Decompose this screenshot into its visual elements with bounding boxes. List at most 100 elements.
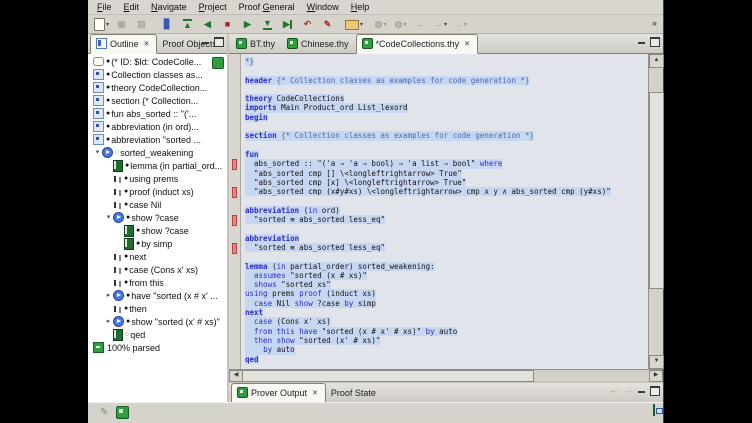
outline-item-lemma-in-partial-ord[interactable]: ●lemma (in partial_ord...: [88, 159, 227, 172]
prover-status-icon[interactable]: [653, 404, 655, 416]
outline-item-abbreviation-in-ord[interactable]: ●abbreviation (in ord)...: [88, 120, 227, 133]
outline-item-using-prems[interactable]: ●using prems: [88, 172, 227, 185]
back-button[interactable]: ←: [411, 15, 430, 33]
editor-code[interactable]: *} header {* Collection classes as exampl…: [241, 54, 648, 369]
toolbar-overflow-chevron[interactable]: »: [652, 18, 657, 28]
scroll-left-arrow[interactable]: ◀: [229, 370, 243, 382]
outline-item-case-cons-x-xs[interactable]: ●case (Cons x' xs): [88, 263, 227, 276]
code-line[interactable]: [245, 252, 648, 261]
close-icon[interactable]: ✕: [312, 389, 318, 397]
code-line[interactable]: "abs_sorted cmp (x#y#xs) \<longleftright…: [245, 187, 648, 196]
plugin-status-icon[interactable]: [116, 406, 129, 419]
menu-file[interactable]: File: [91, 1, 118, 13]
activate-scripting-button[interactable]: ▊: [158, 15, 177, 33]
editor-tab-bt-thy[interactable]: BT.thy: [231, 35, 282, 53]
outline-tree[interactable]: ●(* ID: $Id: CodeColle...●Collection cla…: [88, 54, 227, 402]
maximize-button[interactable]: [650, 386, 660, 396]
tree-expander-icon[interactable]: ▸: [104, 315, 113, 328]
outline-item-case-nil[interactable]: ●case Nil: [88, 198, 227, 211]
code-line[interactable]: fun: [245, 150, 648, 159]
outline-item-qed[interactable]: ○qed: [88, 328, 227, 341]
tree-expander-icon[interactable]: ▸: [104, 289, 113, 302]
code-line[interactable]: lemma (in partial_order) sorted_weakenin…: [245, 262, 648, 271]
outline-item-proof-induct-xs[interactable]: ●proof (induct xs): [88, 185, 227, 198]
outline-item-fun-abs-sorted[interactable]: ●fun abs_sorted :: "('...: [88, 107, 227, 120]
close-icon[interactable]: ✕: [144, 40, 150, 48]
undo-step-button[interactable]: ◀: [198, 15, 217, 33]
vertical-scrollbar[interactable]: ▲ ▼: [648, 54, 663, 369]
forward-icon[interactable]: →: [623, 386, 633, 396]
code-line[interactable]: abbreviation (in ord): [245, 206, 648, 215]
back-history-button[interactable]: ←▾: [431, 15, 450, 33]
link-with-editor-icon[interactable]: [212, 57, 224, 69]
goto-cursor-button[interactable]: ▶: [278, 15, 297, 33]
pen-button[interactable]: ✎: [318, 15, 337, 33]
outline-item-id-id-codecolle[interactable]: ●(* ID: $Id: CodeColle...: [88, 55, 227, 68]
tab-outline[interactable]: Outline✕: [90, 34, 157, 54]
code-line[interactable]: assumes "sorted (x # xs)": [245, 271, 648, 280]
forward-button[interactable]: →▾: [451, 15, 470, 33]
horizontal-scroll-thumb[interactable]: [242, 370, 534, 382]
vertical-scroll-thumb[interactable]: [649, 92, 664, 289]
outline-item-from-this[interactable]: ●from this: [88, 276, 227, 289]
tree-expander-icon[interactable]: ▾: [93, 146, 102, 159]
restart-button[interactable]: ↶: [298, 15, 317, 33]
menu-navigate[interactable]: Navigate: [145, 1, 193, 13]
code-line[interactable]: begin: [245, 113, 648, 122]
scroll-right-arrow[interactable]: ▶: [649, 370, 663, 382]
code-line[interactable]: from this have "sorted (x # x' # xs)" by…: [245, 327, 648, 336]
maximize-button[interactable]: [214, 37, 224, 47]
menu-edit[interactable]: Edit: [118, 1, 146, 13]
tab-prover-output[interactable]: Prover Output✕: [231, 383, 326, 403]
code-line[interactable]: case (Cons x' xs): [245, 317, 648, 326]
code-line[interactable]: shows "sorted xs": [245, 280, 648, 289]
code-line[interactable]: "abs_sorted cmp [x] \<longleftrightarrow…: [245, 178, 648, 187]
tab-proof-state[interactable]: Proof State: [326, 384, 383, 402]
code-line[interactable]: *}: [245, 57, 648, 66]
tree-expander-icon[interactable]: ▾: [104, 211, 113, 224]
code-line[interactable]: [245, 122, 648, 131]
code-line[interactable]: then show "sorted (x' # xs)": [245, 336, 648, 345]
outline-item-have-sorted-x-x[interactable]: ▸●have "sorted (x # x' ...: [88, 289, 227, 302]
outline-item-show-case[interactable]: ▾●show ?case: [88, 211, 227, 224]
minimize-button[interactable]: [637, 387, 646, 395]
code-line[interactable]: next: [245, 308, 648, 317]
interrupt-button[interactable]: ■: [218, 15, 237, 33]
code-line[interactable]: [245, 141, 648, 150]
save-button[interactable]: ▣: [112, 15, 131, 33]
menu-window[interactable]: Window: [301, 1, 345, 13]
code-line[interactable]: theory CodeCollections: [245, 94, 648, 103]
outline-item-100-parsed[interactable]: 100% parsed: [88, 341, 227, 354]
outline-item-collection-classes-as[interactable]: ●Collection classes as...: [88, 68, 227, 81]
horizontal-scrollbar[interactable]: ◀ ▶: [229, 369, 663, 381]
editor-tab-chinese-thy[interactable]: Chinese.thy: [282, 35, 356, 53]
code-line[interactable]: section {* Collection classes as example…: [245, 131, 648, 140]
outline-item-next[interactable]: ●next: [88, 250, 227, 263]
maximize-button[interactable]: [650, 37, 660, 47]
outline-item-then[interactable]: ●then: [88, 302, 227, 315]
outline-item-by-simp[interactable]: ●by simp: [88, 237, 227, 250]
code-line[interactable]: by auto: [245, 345, 648, 354]
outline-item-section-collection[interactable]: ●section {* Collection...: [88, 94, 227, 107]
new-button[interactable]: ▾: [92, 15, 111, 33]
edit-mode-icon[interactable]: ✎: [100, 407, 108, 418]
menu-help[interactable]: Help: [345, 1, 376, 13]
scroll-down-arrow[interactable]: ▼: [649, 355, 664, 369]
code-line[interactable]: [245, 196, 648, 205]
code-line[interactable]: qed: [245, 355, 648, 364]
code-line[interactable]: header {* Collection classes as examples…: [245, 76, 648, 85]
outline-item-theory-codecollection[interactable]: ●theory CodeCollection...: [88, 81, 227, 94]
code-line[interactable]: [245, 66, 648, 75]
back-icon[interactable]: ←: [609, 386, 619, 396]
editor-tab-codecollections-thy[interactable]: *CodeCollections.thy✕: [356, 34, 478, 54]
code-line[interactable]: case Nil show ?case by simp: [245, 299, 648, 308]
close-icon[interactable]: ✕: [464, 40, 470, 48]
code-line[interactable]: "sorted ≡ abs_sorted less_eq": [245, 215, 648, 224]
outline-item-sorted-weakening[interactable]: ▾○sorted_weakening: [88, 146, 227, 159]
outline-item-abbreviation-sorted[interactable]: ●abbreviation "sorted ...: [88, 133, 227, 146]
open-folder-button[interactable]: ▾: [344, 15, 364, 33]
code-line[interactable]: imports Main Product_ord List_lexord: [245, 103, 648, 112]
goto-end-button[interactable]: ▼: [258, 15, 277, 33]
debug-button[interactable]: ◍▾: [391, 15, 410, 33]
code-line[interactable]: abs_sorted :: "('a ⇒ 'a ⇒ bool) ⇒ 'a lis…: [245, 159, 648, 168]
